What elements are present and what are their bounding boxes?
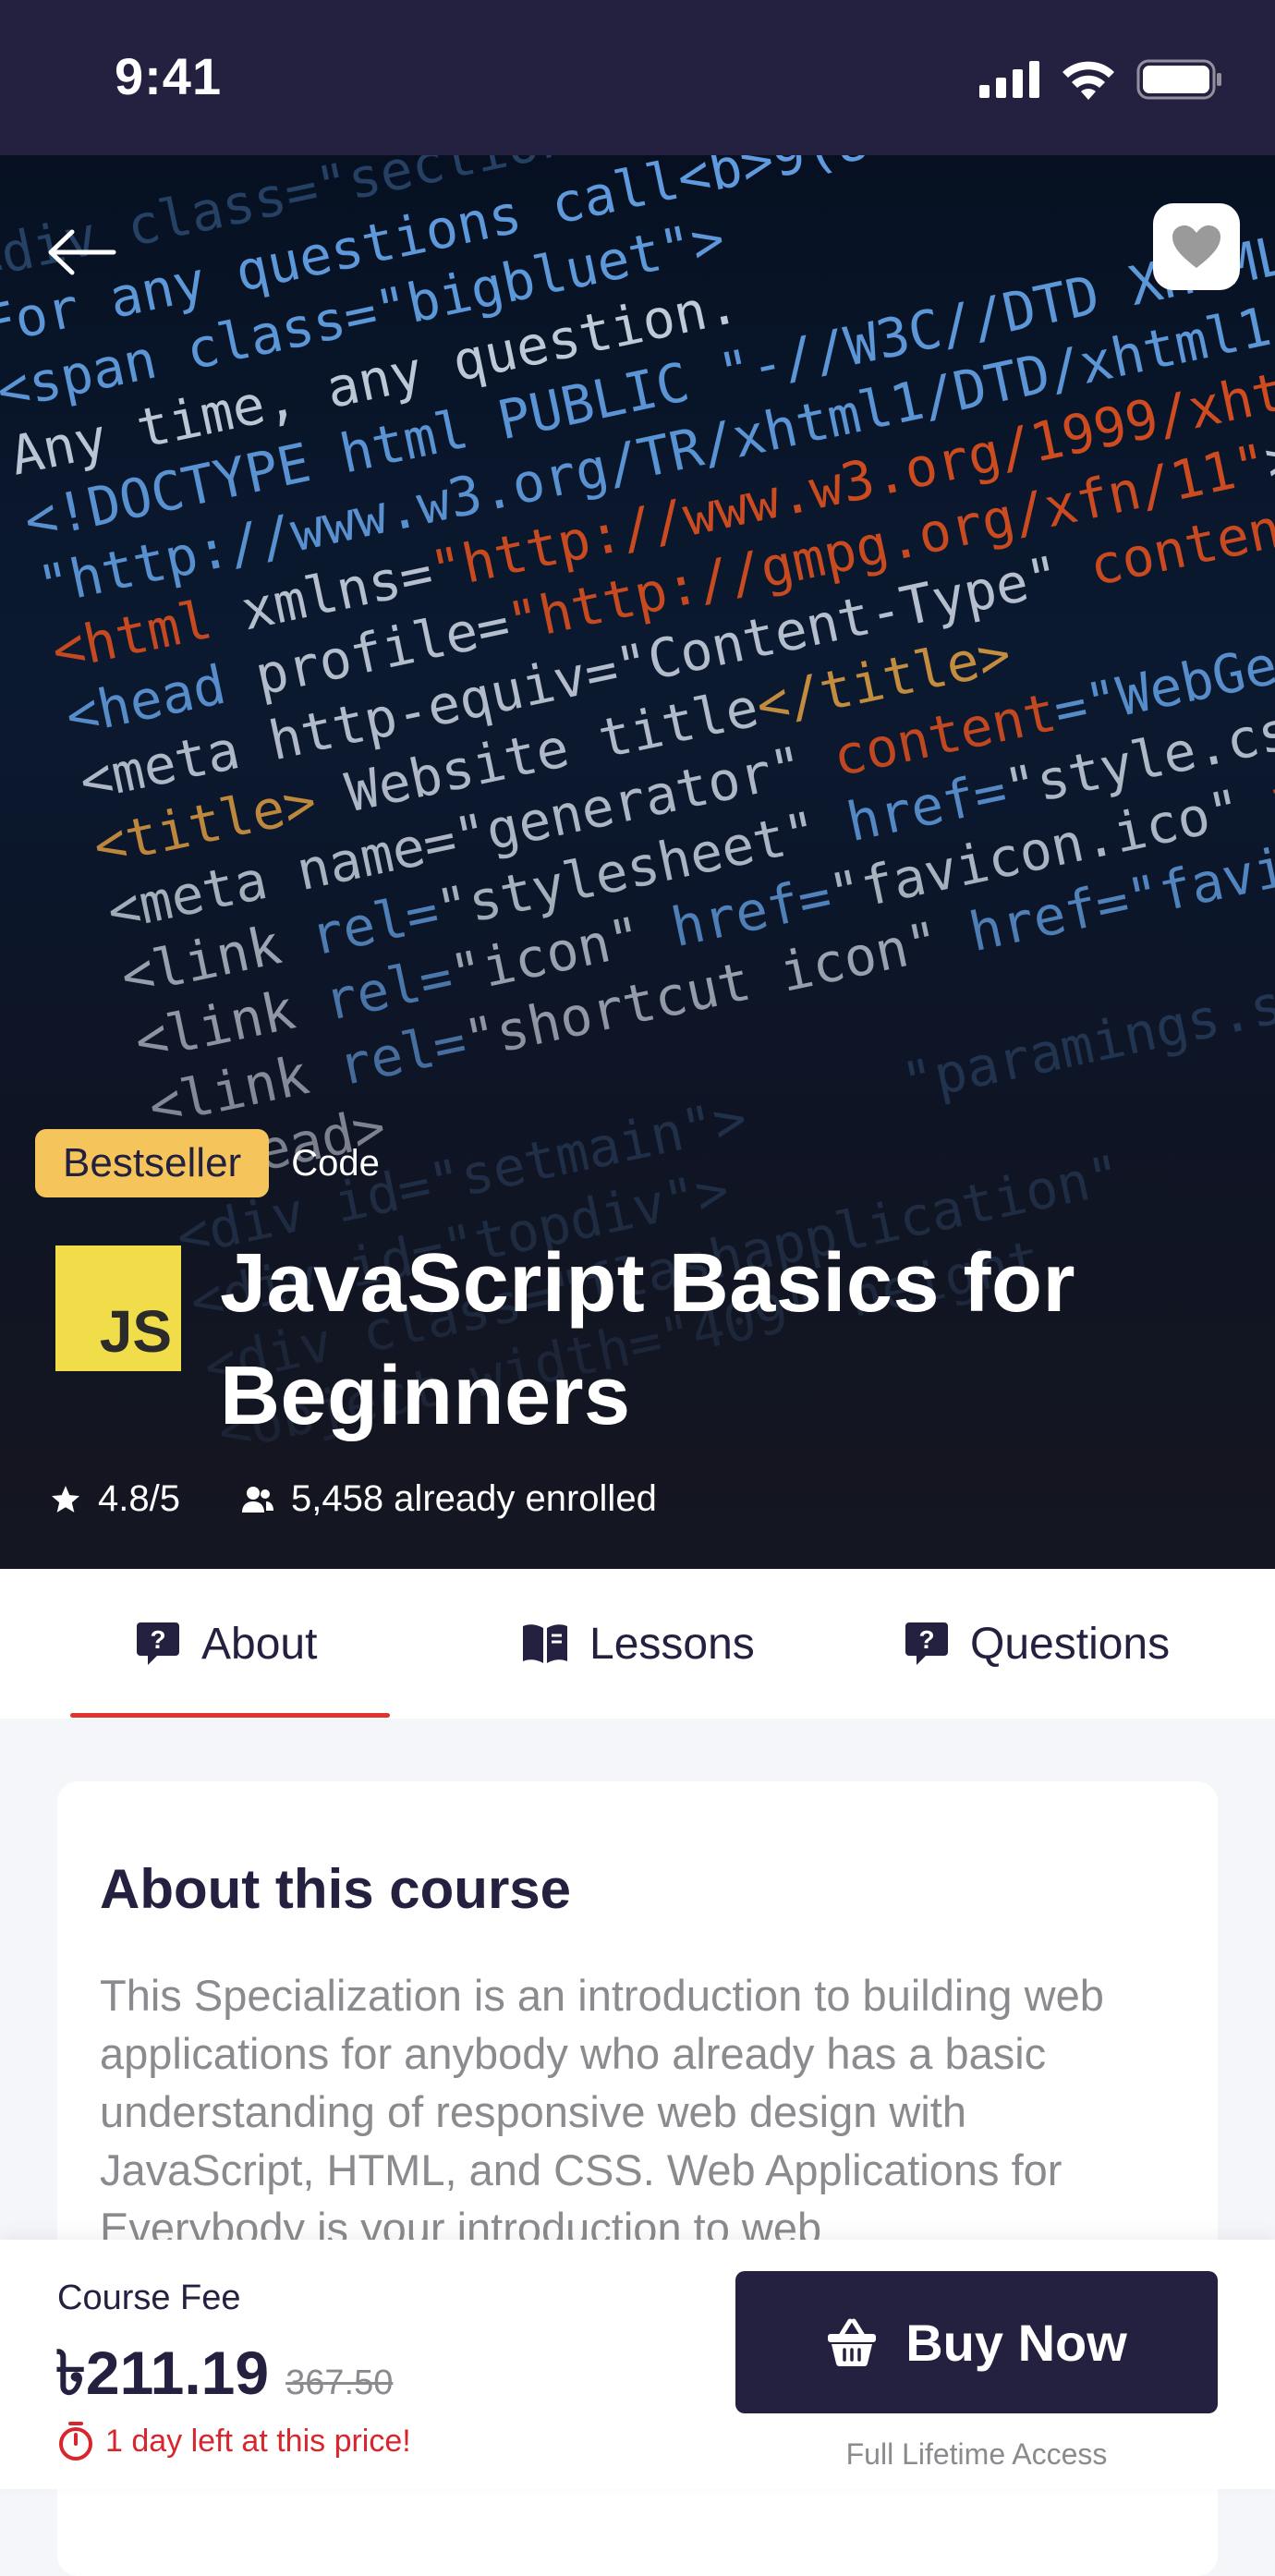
question-bubble-icon: ?: [905, 1622, 948, 1665]
javascript-logo-text: JS: [99, 1298, 172, 1365]
tab-about-label: About: [201, 1619, 318, 1669]
enrolled-count: 5,458 already enrolled: [290, 1478, 657, 1519]
badge-row: Bestseller Code: [35, 1129, 380, 1197]
timer-icon: [59, 2422, 92, 2461]
svg-text:?: ?: [918, 1625, 934, 1654]
course-rating: 4.8/5: [98, 1478, 180, 1519]
book-icon: [523, 1624, 567, 1663]
status-icons: [979, 59, 1223, 100]
battery-icon: [1136, 59, 1221, 100]
buy-now-button[interactable]: Buy Now: [735, 2271, 1218, 2413]
tab-lessons-label: Lessons: [589, 1619, 755, 1669]
current-price: ৳211.19: [55, 2339, 270, 2407]
price-row: ৳211.19 367.50: [55, 2327, 393, 2428]
course-tabs: ? About Lessons ? Questions: [0, 1569, 1275, 1719]
status-time: 9:41: [115, 47, 223, 105]
course-meta: 4.8/5 5,458 already enrolled: [50, 1478, 657, 1520]
tab-lessons[interactable]: Lessons: [521, 1569, 755, 1719]
about-heading: About this course: [100, 1858, 572, 1920]
about-description: This Specialization is an introduction t…: [100, 1971, 1104, 2253]
back-button[interactable]: [41, 211, 124, 294]
arrow-left-icon: [48, 229, 116, 275]
price-deadline-text: 1 day left at this price!: [105, 2423, 411, 2459]
cellular-signal-icon: [979, 61, 1039, 98]
question-bubble-icon: ?: [137, 1622, 179, 1665]
buy-now-label: Buy Now: [905, 2313, 1127, 2372]
tab-questions[interactable]: ? Questions: [904, 1569, 1170, 1719]
tab-about[interactable]: ? About: [135, 1569, 317, 1719]
favorite-button[interactable]: [1153, 203, 1240, 290]
star-icon: [51, 1485, 80, 1513]
original-price: 367.50: [285, 2363, 394, 2402]
category-label: Code: [291, 1142, 380, 1184]
users-icon: [241, 1486, 273, 1513]
heart-icon: [1172, 225, 1220, 268]
course-title: JavaScript Basics for Beginners: [220, 1237, 1075, 1442]
purchase-bar: Course Fee ৳211.19 367.50 1 day left at …: [0, 2240, 1275, 2489]
basket-icon: [828, 2318, 877, 2367]
price-deadline: 1 day left at this price!: [57, 2421, 411, 2461]
course-hero: <div class="sectionSearch"> For any ques…: [0, 155, 1275, 1569]
active-tab-indicator: [70, 1713, 390, 1718]
tab-questions-label: Questions: [970, 1619, 1171, 1669]
bestseller-badge: Bestseller: [35, 1129, 270, 1197]
lifetime-access-note: Full Lifetime Access: [845, 2437, 1108, 2471]
javascript-logo: JS: [55, 1245, 181, 1371]
wifi-icon: [1062, 61, 1114, 100]
svg-text:?: ?: [150, 1625, 165, 1654]
course-fee-label: Course Fee: [57, 2278, 241, 2317]
status-bar: 9:41: [0, 0, 1275, 155]
